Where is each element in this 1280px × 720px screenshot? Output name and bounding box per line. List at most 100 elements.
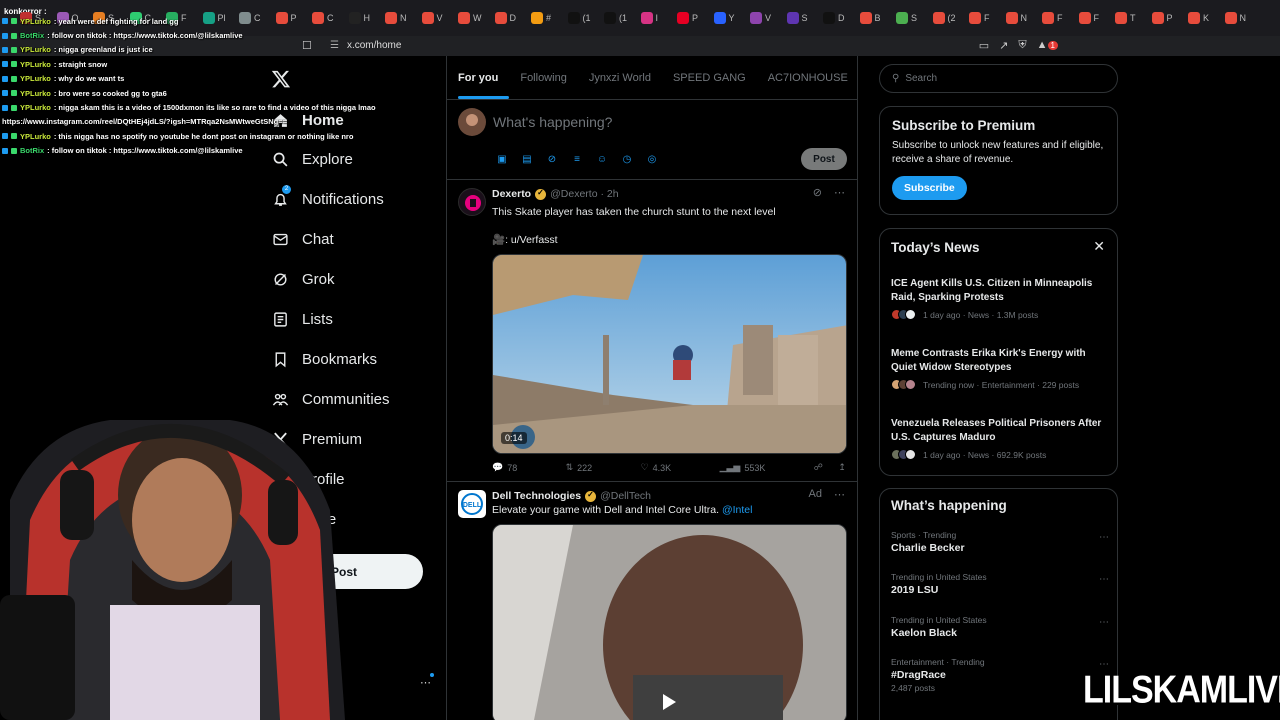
chat-badge-icon <box>2 61 8 68</box>
image-icon[interactable]: ▣ <box>495 152 509 166</box>
tweet-handle[interactable]: @DellTech <box>600 490 651 502</box>
browser-tab[interactable]: (2 <box>932 10 956 26</box>
tweet-dell-ad[interactable]: DELL Dell Technologies @DellTech Ad ⋯ El… <box>447 482 857 720</box>
avatar[interactable]: DELL <box>458 490 486 518</box>
tab-speed-gang[interactable]: SPEED GANG <box>662 56 757 99</box>
tab-favicon-icon <box>531 12 543 24</box>
close-icon[interactable]: ✕ <box>1093 238 1105 255</box>
schedule-icon[interactable]: ◷ <box>620 152 634 166</box>
more-icon[interactable]: ⋯ <box>834 186 845 199</box>
cast-icon[interactable]: ▭ <box>979 39 989 52</box>
browser-tab[interactable]: S <box>786 10 808 26</box>
chat-badge-icon <box>2 90 8 97</box>
sidebar-item-notifications[interactable]: 2 Notifications <box>260 180 445 218</box>
news-item[interactable]: ICE Agent Kills U.S. Citizen in Minneapo… <box>891 277 1106 320</box>
poll-icon[interactable]: ≡ <box>570 152 584 166</box>
tab-following[interactable]: Following <box>509 56 577 99</box>
sidebar-item-chat[interactable]: Chat <box>260 220 445 258</box>
more-icon[interactable]: ⋯ <box>1099 617 1109 628</box>
browser-tab[interactable]: K <box>1188 10 1209 26</box>
tweet-extra-actions: ☍ ↥ <box>814 462 846 473</box>
browser-tab[interactable]: F <box>1042 10 1063 26</box>
shield-icon[interactable]: ⛨ <box>1018 39 1026 52</box>
account-more-icon[interactable]: ⋯ <box>420 676 431 689</box>
subscribe-button[interactable]: Subscribe <box>892 176 967 200</box>
bookmark-icon[interactable]: ☍ <box>814 462 823 473</box>
repost-button[interactable]: ⇅ 222 <box>566 462 593 473</box>
dell-logo-icon: DELL <box>461 493 483 515</box>
avatar[interactable] <box>458 108 486 136</box>
news-meta-row: 1 day ago · News · 1.3M posts <box>891 309 1106 320</box>
browser-tab[interactable]: P <box>677 10 698 26</box>
share-icon[interactable]: ↥ <box>838 462 846 473</box>
news-item[interactable]: Meme Contrasts Erika Kirk's Energy with … <box>891 347 1106 390</box>
tab-label: F <box>1057 13 1063 23</box>
extension-icon[interactable]: ▲ 1 <box>1037 39 1058 52</box>
browser-tab[interactable]: F <box>969 10 990 26</box>
share-icon[interactable]: ↗ <box>999 39 1008 52</box>
compose-post-button[interactable]: Post <box>801 148 847 170</box>
sidebar-item-grok[interactable]: Grok <box>260 260 445 298</box>
chat-username: YPLurko <box>20 59 51 69</box>
tweet-author[interactable]: Dell Technologies <box>492 490 581 502</box>
sidebar-item-label: Notifications <box>302 190 384 208</box>
tab-jynxzi-world[interactable]: Jynxzi World <box>578 56 662 99</box>
browser-tab[interactable]: I <box>640 10 658 26</box>
tab-favicon-icon <box>1151 12 1164 24</box>
browser-tab[interactable]: Y <box>713 10 735 26</box>
browser-tab[interactable]: B <box>859 10 881 26</box>
browser-tab[interactable]: F <box>1078 10 1099 26</box>
browser-tab[interactable]: D <box>823 10 845 26</box>
dexerto-logo-icon <box>465 195 481 211</box>
tab-ac7ionhouse[interactable]: AC7IONHOUSE <box>757 56 857 99</box>
browser-tab[interactable]: (1 <box>567 10 591 26</box>
tab-label: Y <box>728 13 735 23</box>
trend-item[interactable]: Trending in United States 2019 LSU ⋯ <box>891 572 1109 596</box>
trend-item[interactable]: Sports · Trending Charlie Becker ⋯ <box>891 530 1109 554</box>
trend-item[interactable]: Entertainment · Trending #DragRace 2,487 p… <box>891 657 1109 693</box>
news-item[interactable]: Venezuela Releases Political Prisoners A… <box>891 417 1106 460</box>
like-button[interactable]: ♡ 4.3K <box>641 462 672 473</box>
tweet-credit: 🎥: u/Verfasst <box>492 234 558 246</box>
browser-tab[interactable]: (1 <box>604 10 627 26</box>
browser-tab[interactable]: W <box>458 10 482 26</box>
grok-compose-icon[interactable]: ⊘ <box>545 152 559 166</box>
mention-link[interactable]: @Intel <box>722 504 753 516</box>
location-icon[interactable]: ◎ <box>645 152 659 166</box>
tweet-handle[interactable]: @Dexerto · 2h <box>550 188 618 200</box>
more-icon[interactable]: ⋯ <box>834 488 845 501</box>
browser-tab[interactable]: S <box>896 10 917 26</box>
gif-icon[interactable]: ▤ <box>520 152 534 166</box>
news-meta-row: 1 day ago · News · 692.9K posts <box>891 449 1106 460</box>
browser-tab[interactable]: N <box>1224 10 1246 26</box>
news-meta: 1 day ago · News · 692.9K posts <box>923 449 1047 460</box>
tweet-dexerto[interactable]: Dexerto @Dexerto · 2h ⊘ ⋯ This Skate pla… <box>447 180 857 482</box>
browser-tab[interactable]: N <box>1005 10 1027 26</box>
reply-button[interactable]: 💬 78 <box>492 462 517 473</box>
tab-favicon-icon <box>713 12 726 24</box>
more-icon[interactable]: ⋯ <box>1099 532 1109 543</box>
views-button[interactable]: ▁▃▅ 553K <box>720 462 766 473</box>
trend-item[interactable]: Trending in United States Kaelon Black ⋯ <box>891 615 1109 639</box>
tweet-video[interactable] <box>492 524 847 720</box>
chat-message: YPLurko: why do we want ts <box>2 72 422 86</box>
search-input[interactable]: ⚲ Search <box>879 64 1118 93</box>
browser-tab[interactable]: T <box>1115 10 1136 26</box>
sidebar-item-lists[interactable]: Lists <box>260 300 445 338</box>
avatar[interactable] <box>458 188 486 216</box>
tab-for-you[interactable]: For you <box>447 56 510 99</box>
browser-tab[interactable]: V <box>421 10 443 26</box>
like-count: 4.3K <box>652 462 672 473</box>
tweet-author[interactable]: Dexerto <box>492 188 531 200</box>
grok-explain-icon[interactable]: ⊘ <box>813 186 822 199</box>
browser-tab[interactable]: D <box>494 10 516 26</box>
browser-tab[interactable]: V <box>750 10 771 26</box>
view-count: 553K <box>744 462 766 473</box>
compose-input[interactable]: What's happening? <box>493 114 612 130</box>
more-icon[interactable]: ⋯ <box>1099 574 1109 585</box>
tab-label: # <box>546 13 552 23</box>
emoji-icon[interactable]: ☺ <box>595 152 609 166</box>
browser-tab[interactable]: # <box>531 10 551 26</box>
browser-tab[interactable]: P <box>1151 10 1173 26</box>
tweet-video[interactable]: 0:14 <box>492 254 847 454</box>
